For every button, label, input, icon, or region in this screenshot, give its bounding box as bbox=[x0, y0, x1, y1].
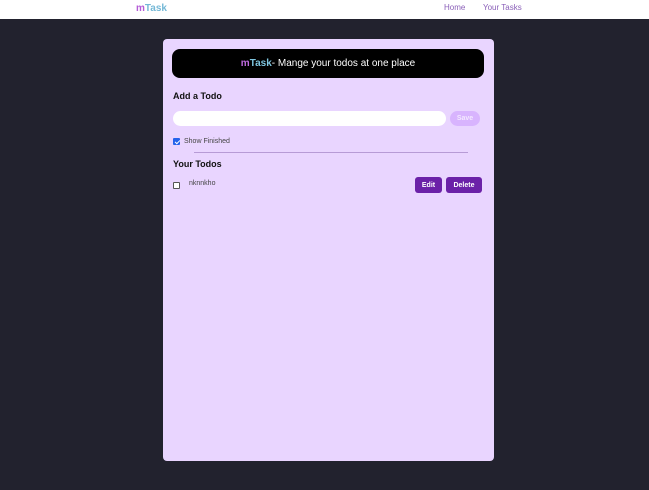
show-finished-checkbox[interactable] bbox=[173, 138, 180, 145]
nav-link-home[interactable]: Home bbox=[444, 3, 465, 12]
todo-card: mTask- Mange your todos at one place Add… bbox=[163, 39, 494, 461]
brand-logo-m: m bbox=[136, 3, 145, 14]
brand-logo-task: Task bbox=[144, 3, 167, 14]
your-todos-heading: Your Todos bbox=[173, 159, 222, 169]
banner-m: m bbox=[240, 58, 250, 69]
edit-button[interactable]: Edit bbox=[415, 177, 442, 193]
add-todo-heading: Add a Todo bbox=[173, 91, 222, 101]
todo-item-text: nknnkho bbox=[189, 180, 216, 187]
save-button[interactable]: Save bbox=[450, 111, 480, 126]
todo-item: nknnkho Edit Delete bbox=[173, 177, 483, 193]
nav-link-your-tasks[interactable]: Your Tasks bbox=[483, 3, 522, 12]
divider bbox=[194, 152, 468, 153]
delete-button[interactable]: Delete bbox=[446, 177, 482, 193]
page-title-banner: mTask- Mange your todos at one place bbox=[172, 49, 484, 78]
navbar: mTask Home Your Tasks bbox=[0, 0, 649, 19]
banner-tagline: - Mange your todos at one place bbox=[271, 58, 416, 69]
brand-logo[interactable]: mTask bbox=[136, 3, 167, 14]
todo-input[interactable] bbox=[173, 111, 446, 126]
banner-task: Task bbox=[249, 58, 272, 69]
show-finished-toggle[interactable]: Show Finished bbox=[173, 138, 230, 145]
show-finished-label: Show Finished bbox=[184, 138, 230, 145]
todo-item-checkbox[interactable] bbox=[173, 182, 180, 189]
